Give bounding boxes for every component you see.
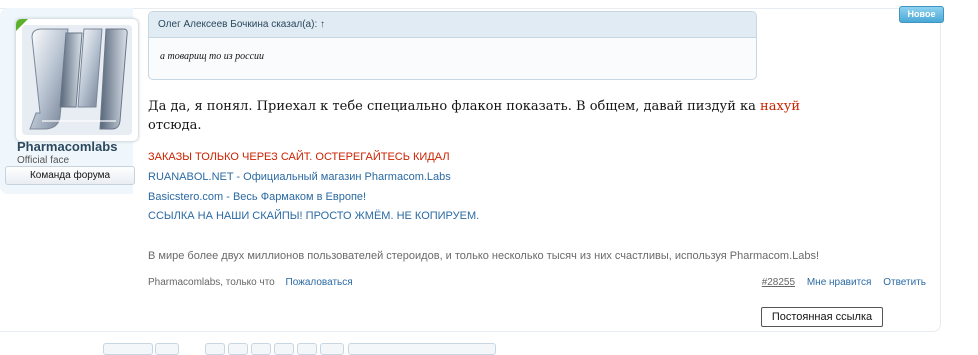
signature-warning: ЗАКАЗЫ ТОЛЬКО ЧЕРЕЗ САЙТ. ОСТЕРЕГАЙТЕСЬ …	[148, 151, 450, 163]
quote-text: а товарищ то из россии	[160, 51, 265, 62]
signature-link-ruanabol[interactable]: RUANABOL.NET - Официальный магазин Pharm…	[148, 171, 451, 183]
author-and-time[interactable]: Pharmacomlabs, только что	[148, 277, 275, 288]
message-text: Да да, я понял. Приехал к тебе специальн…	[148, 97, 868, 135]
pagination-page-button[interactable]	[205, 343, 225, 355]
pagination-page-button[interactable]	[155, 343, 179, 355]
signature-slogan: В мире более двух миллионов пользователе…	[148, 250, 820, 262]
user-banner: Команда форума	[5, 166, 135, 185]
signature-link-basicstero[interactable]: Basicstero.com - Весь Фармаком в Европе!	[148, 191, 366, 203]
pagination-page-button[interactable]	[251, 343, 271, 355]
pagination-prev-button[interactable]	[103, 343, 153, 355]
message-highlight: нахуй	[760, 99, 801, 114]
post-number-link[interactable]: #28255	[762, 277, 795, 288]
pagination-page-button[interactable]	[297, 343, 317, 355]
pagination-page-button[interactable]	[320, 343, 344, 355]
message-tail: отсюда.	[148, 118, 202, 133]
message-meta: Pharmacomlabs, только что Пожаловаться	[148, 277, 353, 288]
pagination-next-button[interactable]	[348, 343, 496, 355]
quote-block: Олег Алексеев Бочкина сказал(а): ↑ а тов…	[148, 11, 757, 80]
reply-link[interactable]: Ответить	[883, 277, 926, 288]
avatar[interactable]	[15, 18, 139, 142]
pagination-page-button[interactable]	[228, 343, 248, 355]
avatar-logo-image	[22, 25, 132, 135]
message-body: Да да, я понял. Приехал к тебе специальн…	[148, 99, 756, 114]
report-link[interactable]: Пожаловаться	[286, 277, 353, 288]
new-post-badge: Новое	[899, 6, 944, 23]
permalink-tooltip[interactable]: Постоянная ссылка	[761, 307, 883, 327]
user-title: Official face	[17, 155, 70, 166]
post-controls: #28255 Мне нравится Ответить	[753, 277, 926, 288]
pharmacom-logo-icon	[22, 25, 132, 135]
pagination-page-button[interactable]	[274, 343, 294, 355]
signature-link-skype[interactable]: ССЫЛКА НА НАШИ СКАЙПЫ! ПРОСТО ЖМЁМ. НЕ К…	[148, 210, 479, 222]
quote-attribution[interactable]: Олег Алексеев Бочкина сказал(а): ↑	[149, 12, 756, 38]
username[interactable]: Pharmacomlabs	[17, 139, 117, 154]
like-link[interactable]: Мне нравится	[807, 277, 872, 288]
